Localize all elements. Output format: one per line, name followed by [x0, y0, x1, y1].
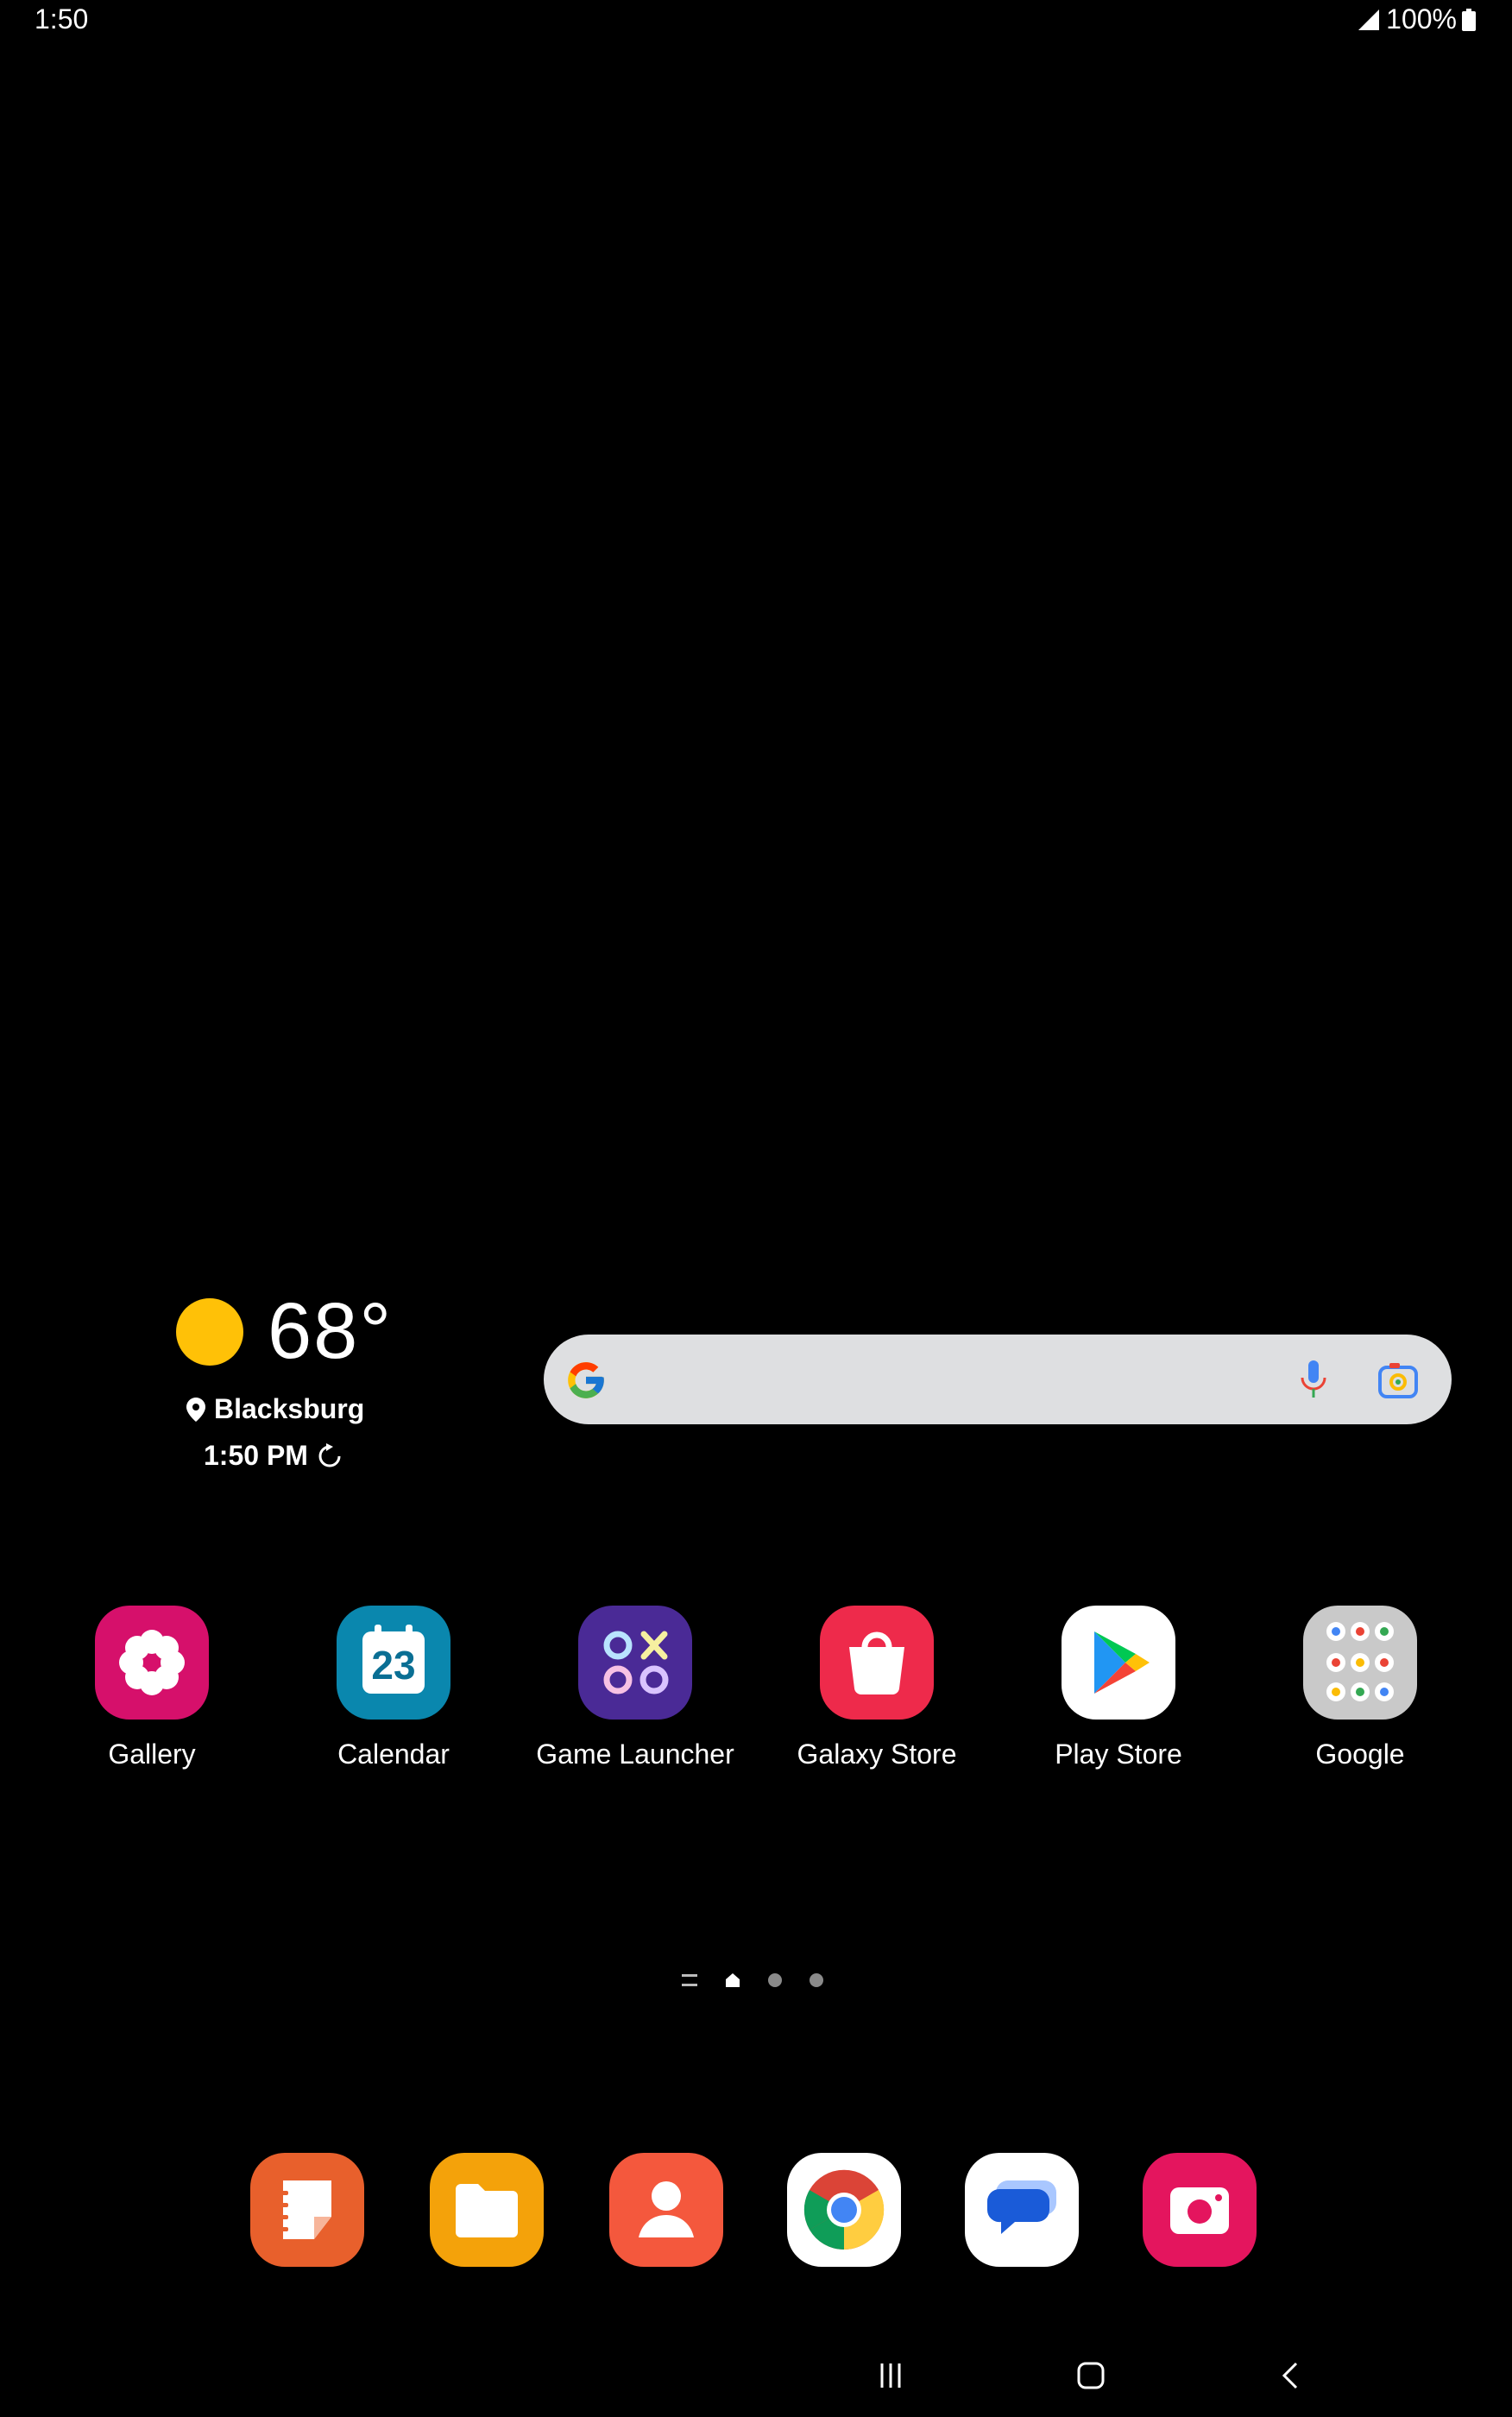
google-folder-icon: [1303, 1606, 1417, 1720]
location-pin-icon: [186, 1397, 205, 1422]
status-icons: 100%: [1357, 3, 1476, 35]
my-files-icon[interactable]: [430, 2153, 544, 2267]
app-label: Game Launcher: [536, 1739, 734, 1770]
home-button[interactable]: [1065, 2350, 1117, 2401]
sun-icon: [176, 1298, 243, 1366]
app-label: Calendar: [337, 1739, 450, 1770]
play-store-icon: [1062, 1606, 1175, 1720]
weather-widget[interactable]: 68° Blacksburg 1:50 PM: [129, 1286, 414, 1493]
app-game-launcher[interactable]: Game Launcher: [514, 1606, 756, 1770]
google-lens-icon[interactable]: [1377, 1360, 1419, 1400]
calendar-date: 23: [371, 1643, 416, 1688]
notes-icon[interactable]: [250, 2153, 364, 2267]
galaxy-store-icon: [820, 1606, 934, 1720]
app-calendar[interactable]: 23 Calendar: [273, 1606, 514, 1770]
signal-icon: [1358, 9, 1380, 30]
app-play-store[interactable]: Play Store: [998, 1606, 1239, 1770]
messages-icon[interactable]: [965, 2153, 1079, 2267]
app-google-folder[interactable]: Google: [1239, 1606, 1481, 1770]
app-label: Play Store: [1055, 1739, 1182, 1770]
home-icon: [1077, 2362, 1105, 2389]
page-dot[interactable]: [768, 1973, 782, 1987]
gallery-icon: [95, 1606, 209, 1720]
microphone-icon[interactable]: [1295, 1359, 1332, 1402]
recent-apps-button[interactable]: [865, 2350, 917, 2401]
battery-percentage: 100%: [1386, 3, 1457, 35]
back-button[interactable]: [1265, 2350, 1317, 2401]
weather-updated: 1:50 PM: [204, 1440, 343, 1472]
temperature: 68°: [268, 1287, 394, 1375]
refresh-icon[interactable]: [317, 1442, 343, 1469]
game-launcher-icon: [578, 1606, 692, 1720]
calendar-icon: 23: [337, 1606, 450, 1720]
google-g-icon: [568, 1362, 604, 1398]
app-label: Galaxy Store: [797, 1739, 957, 1770]
page-dot[interactable]: [810, 1973, 823, 1987]
contacts-icon[interactable]: [609, 2153, 723, 2267]
app-label: Google: [1315, 1739, 1405, 1770]
app-gallery[interactable]: Gallery: [31, 1606, 273, 1770]
camera-icon[interactable]: [1143, 2153, 1257, 2267]
recent-apps-icon: [880, 2363, 901, 2388]
chrome-icon[interactable]: [787, 2153, 901, 2267]
battery-icon: [1462, 8, 1476, 31]
app-galaxy-store[interactable]: Galaxy Store: [756, 1606, 998, 1770]
weather-location: Blacksburg: [186, 1393, 364, 1425]
page-indicator[interactable]: [682, 1972, 823, 1988]
location-label: Blacksburg: [214, 1393, 365, 1424]
status-time: 1:50: [35, 3, 89, 35]
updated-time: 1:50 PM: [204, 1440, 308, 1471]
google-search-bar[interactable]: [544, 1335, 1452, 1424]
back-icon: [1282, 2362, 1298, 2389]
app-label: Gallery: [108, 1739, 196, 1770]
apps-list-icon[interactable]: [682, 1974, 697, 1986]
home-page-icon[interactable]: [725, 1972, 740, 1988]
